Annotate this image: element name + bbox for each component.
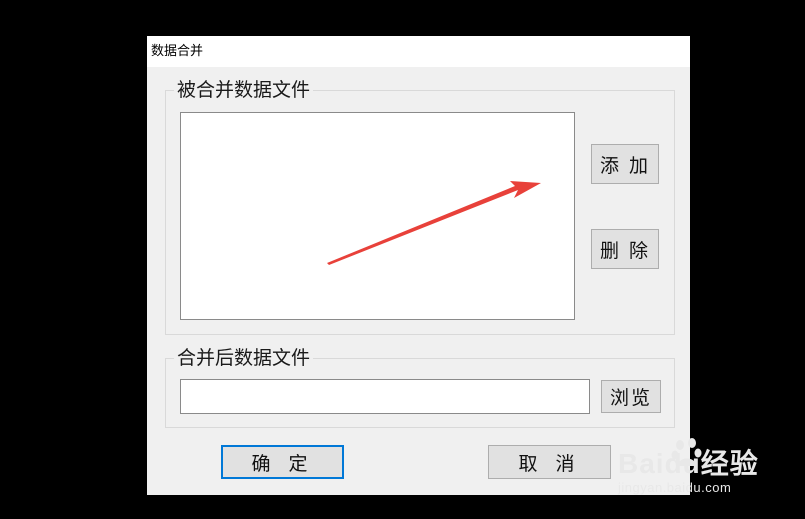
window-title: 数据合并 — [151, 44, 204, 59]
delete-button[interactable]: 删 除 — [591, 229, 659, 269]
browse-button-label: 浏览 — [609, 387, 652, 409]
watermark-url: jingyan.baidu.com — [618, 480, 732, 495]
merge-dialog: 数据合并 被合并数据文件 添 加 删 除 合并后数据文件 浏览 确 定 取 消 — [147, 36, 690, 495]
baidu-watermark: Baidu经验 jingyan.baidu.com — [612, 430, 782, 500]
watermark-brand: Baidu经验 — [618, 448, 759, 479]
ok-button-label: 确 定 — [251, 452, 314, 475]
browse-button[interactable]: 浏览 — [601, 380, 661, 413]
source-files-legend: 被合并数据文件 — [174, 79, 314, 101]
title-bar[interactable]: 数据合并 — [147, 36, 690, 67]
add-button[interactable]: 添 加 — [591, 144, 659, 184]
delete-button-label: 删 除 — [599, 239, 651, 262]
source-files-list[interactable] — [180, 112, 575, 320]
output-path-input[interactable] — [180, 379, 590, 414]
ok-button[interactable]: 确 定 — [221, 445, 344, 479]
cancel-button-label: 取 消 — [518, 452, 581, 475]
add-button-label: 添 加 — [599, 154, 651, 177]
cancel-button[interactable]: 取 消 — [488, 445, 611, 479]
output-file-legend: 合并后数据文件 — [174, 347, 314, 369]
